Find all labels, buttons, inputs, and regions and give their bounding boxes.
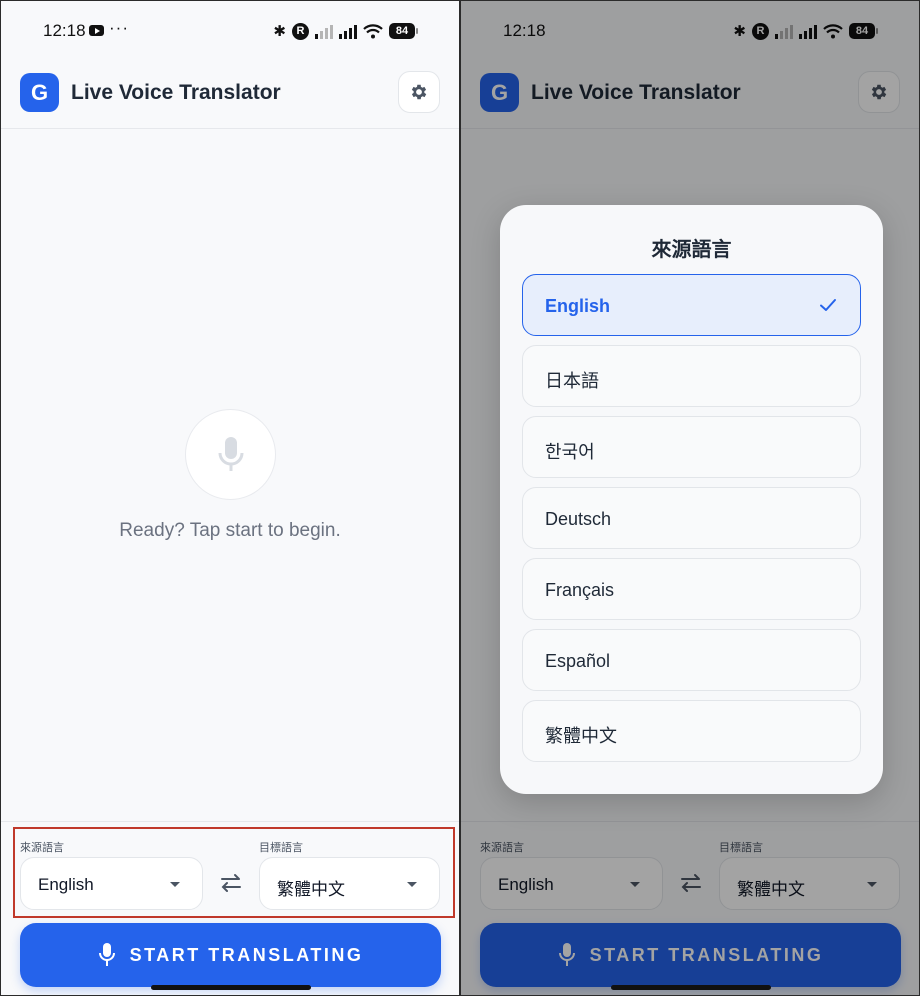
source-language-select[interactable]: English (20, 857, 203, 910)
target-language-select[interactable]: 繁體中文 (259, 857, 440, 910)
target-language-label: 目標語言 (259, 842, 303, 854)
language-picker-screen: 12:18 ✱ R 84 G Live Voice Translator 來源語… (460, 0, 920, 996)
battery-icon: 84 (389, 23, 418, 39)
wifi-icon (363, 23, 383, 39)
app-header: G Live Voice Translator (1, 59, 459, 129)
language-option-japanese[interactable]: 日本語 (522, 345, 861, 407)
language-option-english[interactable]: English (522, 274, 861, 336)
dialog-title: 來源語言 (651, 239, 732, 261)
language-option-spanish[interactable]: Español (522, 629, 861, 691)
signal-2-icon (339, 24, 357, 39)
option-label: Deutsch (545, 509, 612, 529)
option-label: Español (545, 651, 611, 671)
option-label: Français (545, 580, 615, 600)
option-label: 繁體中文 (545, 726, 617, 746)
microphone-icon (218, 436, 243, 471)
checkmark-icon (820, 299, 836, 311)
language-option-traditional-chinese[interactable]: 繁體中文 (522, 700, 861, 762)
mic-indicator (185, 409, 276, 500)
app-title: Live Voice Translator (71, 81, 281, 104)
option-label: 日本語 (545, 371, 599, 391)
language-option-german[interactable]: Deutsch (522, 487, 861, 549)
option-label: English (545, 296, 611, 316)
option-label: 한국어 (545, 442, 595, 462)
ready-prompt: Ready? Tap start to begin. (119, 520, 341, 541)
youtube-notification-icon (89, 25, 104, 36)
source-language-value: English (38, 875, 94, 894)
home-indicator[interactable] (611, 985, 771, 990)
bluetooth-icon: ✱ (273, 23, 286, 40)
language-option-list: English 日本語 한국어 Deutsch Français Español… (522, 274, 861, 771)
target-language-value: 繁體中文 (277, 880, 345, 899)
language-option-french[interactable]: Français (522, 558, 861, 620)
roaming-icon: R (292, 22, 309, 40)
settings-gear-icon (411, 84, 427, 100)
start-button-label: START TRANSLATING (129, 944, 364, 965)
source-language-label: 來源語言 (20, 842, 64, 854)
app-logo: G (20, 73, 59, 112)
main-screen: 12:18 ··· ✱ R 84 G Live Voice Translator… (0, 0, 460, 996)
dropdown-caret-icon (407, 882, 417, 887)
microphone-icon (98, 943, 115, 966)
settings-button[interactable] (398, 71, 440, 113)
more-notifications-icon: ··· (109, 18, 129, 37)
dropdown-caret-icon (170, 882, 180, 887)
signal-1-icon (315, 24, 333, 39)
status-bar: 12:18 ··· ✱ R 84 (1, 1, 459, 59)
language-bar: 來源語言 English 目標語言 繁體中文 (1, 821, 459, 921)
home-indicator[interactable] (151, 985, 311, 990)
start-translating-button[interactable]: START TRANSLATING (20, 923, 441, 987)
status-time: 12:18 (43, 21, 86, 40)
swap-arrows-icon[interactable] (218, 870, 244, 896)
language-option-korean[interactable]: 한국어 (522, 416, 861, 478)
source-language-dialog: 來源語言 English 日本語 한국어 Deutsch Français Es… (500, 205, 883, 794)
